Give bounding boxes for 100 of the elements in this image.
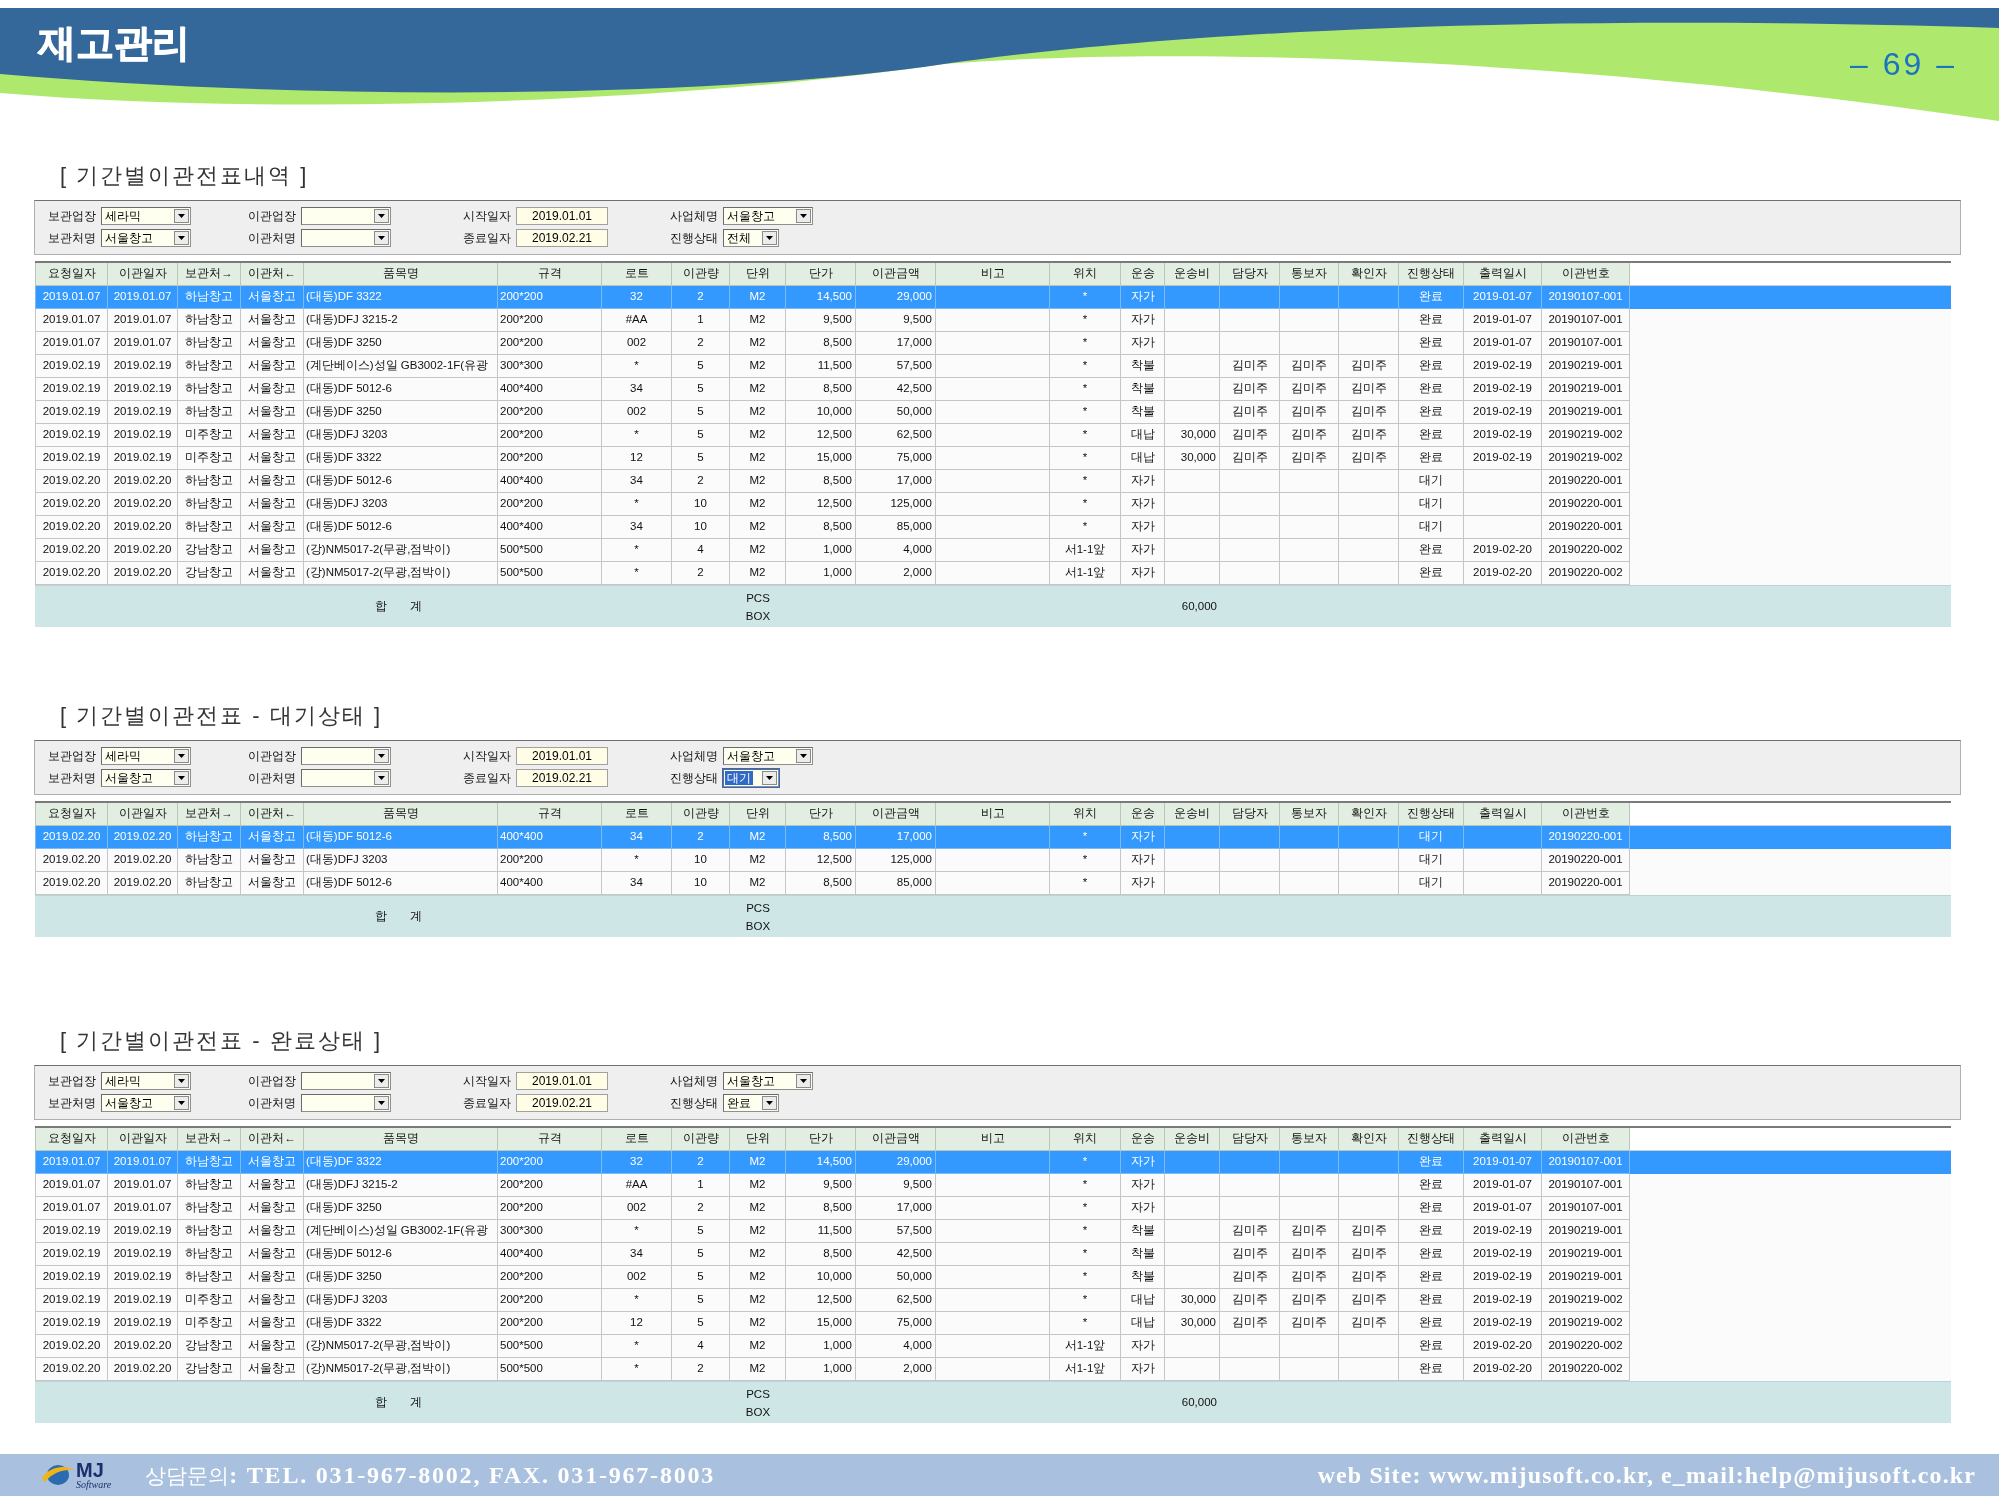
table-row[interactable]: 2019.02.19 2019.02.19 하남창고 서울창고 (대동)DF 3250 200*200 002 5 M2 10,000 50,000 * 착불 김미주 김미주 김미주 완료 2019-02-19 20190219-001: [35, 1266, 1951, 1289]
table-row[interactable]: 2019.02.19 2019.02.19 하남창고 서울창고 (대동)DF 5012-6 400*400 34 5 M2 8,500 42,500 * 착불 김미주 김미주 김미주 완료 2019-02-19 20190219-001: [35, 378, 1951, 401]
section-title: [ 기간별이관전표 - 완료상태 ]: [60, 1026, 382, 1055]
table-row[interactable]: 2019.02.19 2019.02.19 하남창고 서울창고 (계단베이스)성일 GB3002-1F(유광 300*300 * 5 M2 11,500 57,500 * 착불 김미주 김미주 김미주 완료 2019-02-19 20190219-001: [35, 1220, 1951, 1243]
caret-icon[interactable]: [374, 1074, 389, 1088]
caret-icon[interactable]: [762, 231, 777, 245]
caret-icon[interactable]: [796, 209, 811, 223]
caret-icon[interactable]: [374, 1096, 389, 1110]
dropdown[interactable]: 서울창고: [101, 229, 191, 247]
field-label: 진행상태: [670, 770, 718, 787]
dropdown[interactable]: [301, 747, 391, 765]
table-row[interactable]: 2019.02.19 2019.02.19 미주창고 서울창고 (대동)DF 3322 200*200 12 5 M2 15,000 75,000 * 대납 30,000 김미주 김미주 김미주 완료 2019-02-19 20190219-002: [35, 1312, 1951, 1335]
date-field[interactable]: 2019.02.21: [516, 769, 608, 787]
column-header: 운송: [1121, 263, 1165, 286]
table-row[interactable]: 2019.02.19 2019.02.19 미주창고 서울창고 (대동)DFJ 3203 200*200 * 5 M2 12,500 62,500 * 대납 30,000 김미주 김미주 김미주 완료 2019-02-19 20190219-002: [35, 1289, 1951, 1312]
table-row[interactable]: 2019.01.07 2019.01.07 하남창고 서울창고 (대동)DFJ 3215-2 200*200 #AA 1 M2 9,500 9,500 * 자가 완료 2019-01-07 20190107-001: [35, 1174, 1951, 1197]
column-header: 운송비: [1165, 803, 1220, 826]
swirl-logo-icon: [42, 1464, 74, 1486]
caret-icon[interactable]: [374, 231, 389, 245]
column-header: 비고: [936, 263, 1050, 286]
column-header: 위치: [1050, 263, 1121, 286]
table-row[interactable]: 2019.02.20 2019.02.20 하남창고 서울창고 (대동)DFJ 3203 200*200 * 10 M2 12,500 125,000 * 자가 대기 20190220-001: [35, 849, 1951, 872]
table-row[interactable]: 2019.02.19 2019.02.19 하남창고 서울창고 (대동)DF 3250 200*200 002 5 M2 10,000 50,000 * 착불 김미주 김미주 김미주 완료 2019-02-19 20190219-001: [35, 401, 1951, 424]
dropdown[interactable]: 대기: [723, 769, 779, 787]
dropdown[interactable]: 서울창고: [101, 1094, 191, 1112]
dropdown[interactable]: [301, 1072, 391, 1090]
table-row[interactable]: 2019.02.20 2019.02.20 강남창고 서울창고 (강)NM5017-2(무광,점박이) 500*500 * 2 M2 1,000 2,000 서1-1앞 자가 완료 2019-02-20 20190220-002: [35, 1358, 1951, 1381]
dropdown[interactable]: 서울창고: [723, 747, 813, 765]
column-header: 이관처←: [241, 1128, 304, 1151]
table-row[interactable]: 2019.02.20 2019.02.20 강남창고 서울창고 (강)NM5017-2(무광,점박이) 500*500 * 2 M2 1,000 2,000 서1-1앞 자가 완료 2019-02-20 20190220-002: [35, 562, 1951, 585]
column-header: 단가: [786, 1128, 856, 1151]
caret-icon[interactable]: [762, 771, 777, 785]
caret-icon[interactable]: [762, 1096, 777, 1110]
table-row[interactable]: 2019.01.07 2019.01.07 하남창고 서울창고 (대동)DF 3250 200*200 002 2 M2 8,500 17,000 * 자가 완료 2019-01-07 20190107-001: [35, 332, 1951, 355]
column-header: 비고: [936, 1128, 1050, 1151]
dropdown[interactable]: 전체: [723, 229, 779, 247]
column-header: 비고: [936, 803, 1050, 826]
dropdown[interactable]: 완료: [723, 1094, 779, 1112]
dropdown[interactable]: [301, 207, 391, 225]
column-header: 이관일자: [108, 263, 178, 286]
page-title: 재고관리: [38, 21, 190, 66]
table-row[interactable]: 2019.02.20 2019.02.20 하남창고 서울창고 (대동)DF 5012-6 400*400 34 2 M2 8,500 17,000 * 자가 대기 20190220-001: [35, 470, 1951, 493]
date-field[interactable]: 2019.02.21: [516, 1094, 608, 1112]
dropdown[interactable]: 세라믹: [101, 207, 191, 225]
table-row[interactable]: 2019.02.20 2019.02.20 하남창고 서울창고 (대동)DF 5012-6 400*400 34 10 M2 8,500 85,000 * 자가 대기 20190220-001: [35, 872, 1951, 895]
table-row[interactable]: 2019.02.19 2019.02.19 미주창고 서울창고 (대동)DFJ 3203 200*200 * 5 M2 12,500 62,500 * 대납 30,000 김미주 김미주 김미주 완료 2019-02-19 20190219-002: [35, 424, 1951, 447]
table-row[interactable]: 2019.02.19 2019.02.19 미주창고 서울창고 (대동)DF 3322 200*200 12 5 M2 15,000 75,000 * 대납 30,000 김미주 김미주 김미주 완료 2019-02-19 20190219-002: [35, 447, 1951, 470]
total-amount: 60,000: [1181, 1394, 1217, 1410]
caret-icon[interactable]: [174, 1096, 189, 1110]
table-row[interactable]: 2019.02.20 2019.02.20 강남창고 서울창고 (강)NM5017-2(무광,점박이) 500*500 * 4 M2 1,000 4,000 서1-1앞 자가 완료 2019-02-20 20190220-002: [35, 539, 1951, 562]
caret-icon[interactable]: [174, 1074, 189, 1088]
column-header: 확인자: [1339, 803, 1399, 826]
table-row[interactable]: 2019.02.20 2019.02.20 강남창고 서울창고 (강)NM5017-2(무광,점박이) 500*500 * 4 M2 1,000 4,000 서1-1앞 자가 완료 2019-02-20 20190220-002: [35, 1335, 1951, 1358]
dropdown[interactable]: 서울창고: [723, 1072, 813, 1090]
column-header: 담당자: [1220, 803, 1280, 826]
dropdown[interactable]: [301, 1094, 391, 1112]
field-label: 사업체명: [670, 1073, 718, 1090]
dropdown[interactable]: 서울창고: [101, 769, 191, 787]
dropdown[interactable]: 세라믹: [101, 747, 191, 765]
table-row[interactable]: 2019.02.20 2019.02.20 하남창고 서울창고 (대동)DF 5012-6 400*400 34 10 M2 8,500 85,000 * 자가 대기 20190220-001: [35, 516, 1951, 539]
dropdown[interactable]: [301, 229, 391, 247]
column-header: 단가: [786, 263, 856, 286]
column-header: 규격: [498, 803, 602, 826]
caret-icon[interactable]: [796, 749, 811, 763]
table-row[interactable]: 2019.01.07 2019.01.07 하남창고 서울창고 (대동)DF 3250 200*200 002 2 M2 8,500 17,000 * 자가 완료 2019-01-07 20190107-001: [35, 1197, 1951, 1220]
total-unit: BOX: [745, 918, 771, 934]
column-header: 요청일자: [35, 263, 108, 286]
date-field[interactable]: 2019.01.01: [516, 1072, 608, 1090]
column-header: 통보자: [1280, 263, 1339, 286]
date-field[interactable]: 2019.02.21: [516, 229, 608, 247]
column-header: 이관번호: [1542, 263, 1630, 286]
caret-icon[interactable]: [174, 209, 189, 223]
table-row[interactable]: 2019.02.19 2019.02.19 하남창고 서울창고 (대동)DF 5012-6 400*400 34 5 M2 8,500 42,500 * 착불 김미주 김미주 김미주 완료 2019-02-19 20190219-001: [35, 1243, 1951, 1266]
column-header: 확인자: [1339, 263, 1399, 286]
date-field[interactable]: 2019.01.01: [516, 207, 608, 225]
caret-icon[interactable]: [374, 209, 389, 223]
date-field[interactable]: 2019.01.01: [516, 747, 608, 765]
dropdown[interactable]: 세라믹: [101, 1072, 191, 1090]
caret-icon[interactable]: [374, 749, 389, 763]
field-label: 이관업장: [248, 1073, 296, 1090]
caret-icon[interactable]: [174, 749, 189, 763]
column-header: 단가: [786, 803, 856, 826]
total-label: 합 계: [374, 908, 423, 924]
dropdown[interactable]: [301, 769, 391, 787]
caret-icon[interactable]: [374, 771, 389, 785]
dropdown[interactable]: 서울창고: [723, 207, 813, 225]
column-header: 로트: [602, 803, 672, 826]
table-row[interactable]: 2019.02.19 2019.02.19 하남창고 서울창고 (계단베이스)성일 GB3002-1F(유광 300*300 * 5 M2 11,500 57,500 * 착불 김미주 김미주 김미주 완료 2019-02-19 20190219-001: [35, 355, 1951, 378]
caret-icon[interactable]: [174, 231, 189, 245]
column-header: 이관일자: [108, 803, 178, 826]
table-row[interactable]: 2019.01.07 2019.01.07 하남창고 서울창고 (대동)DFJ 3215-2 200*200 #AA 1 M2 9,500 9,500 * 자가 완료 2019-01-07 20190107-001: [35, 309, 1951, 332]
caret-icon[interactable]: [796, 1074, 811, 1088]
column-header: 보관처→: [178, 263, 241, 286]
column-header: 이관량: [672, 803, 730, 826]
column-header: 진행상태: [1399, 803, 1464, 826]
table-row[interactable]: 2019.02.20 2019.02.20 하남창고 서울창고 (대동)DFJ 3203 200*200 * 10 M2 12,500 125,000 * 자가 대기 20190220-001: [35, 493, 1951, 516]
caret-icon[interactable]: [174, 771, 189, 785]
column-header: 품목명: [304, 803, 498, 826]
column-header: 단위: [730, 1128, 786, 1151]
column-header: 진행상태: [1399, 1128, 1464, 1151]
